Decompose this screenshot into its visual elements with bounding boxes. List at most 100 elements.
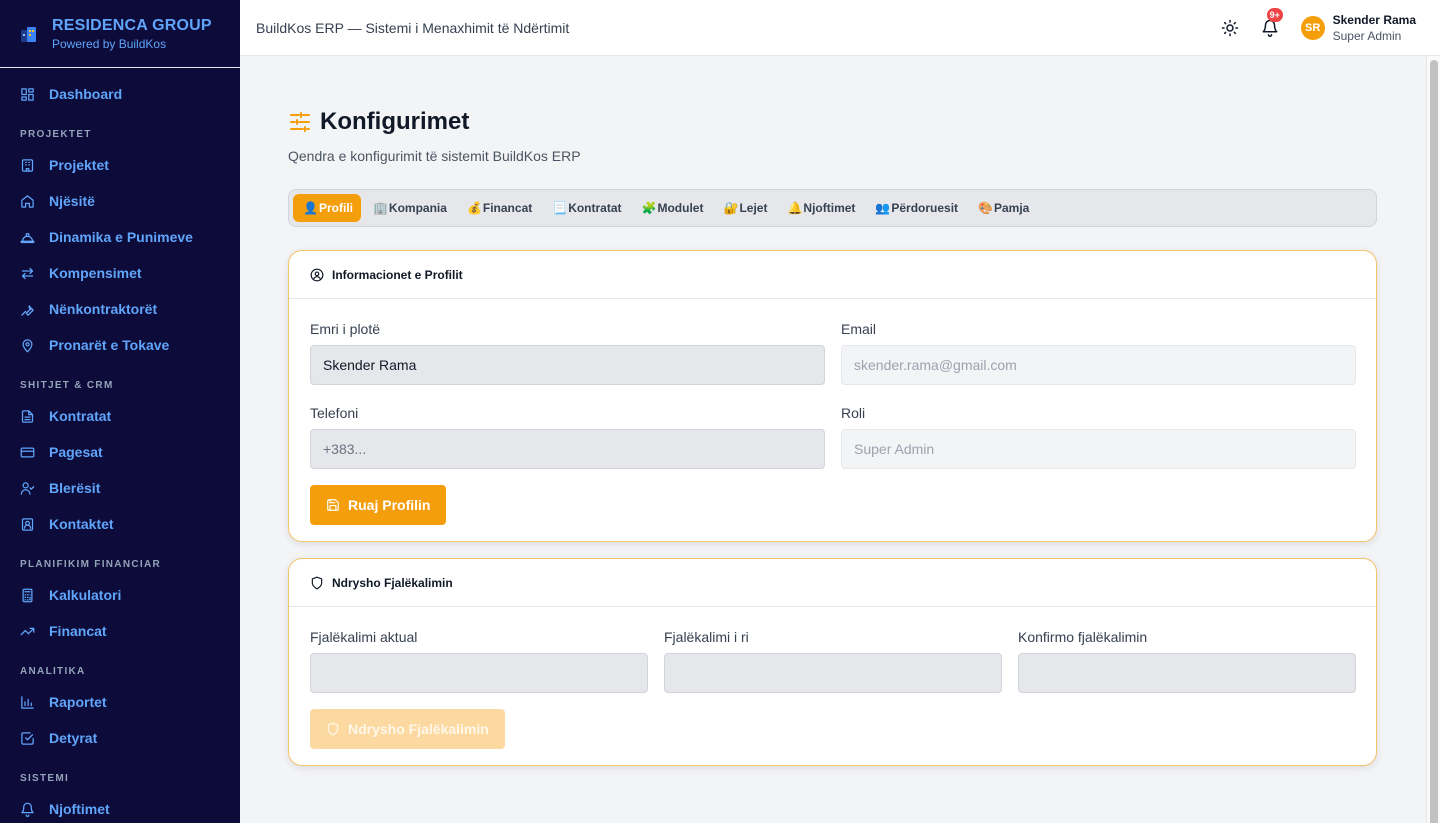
sidebar-item-detyrat[interactable]: Detyrat	[0, 720, 240, 756]
save-profile-button[interactable]: Ruaj Profilin	[310, 485, 447, 525]
sidebar-item-dinamika[interactable]: Dinamika e Punimeve	[0, 219, 240, 255]
new-password-field[interactable]	[664, 653, 1002, 693]
credit-card-icon	[20, 447, 35, 457]
page-title: Konfigurimet	[320, 108, 470, 135]
map-pin-icon	[22, 338, 33, 352]
shield-icon	[327, 722, 339, 736]
current-password-label: Fjalëkalimi aktual	[310, 629, 418, 645]
tab-label: Përdoruesit	[891, 201, 959, 215]
settings-tabs: 👤 Profili 🏢 Kompania 💰 Financat 📃 Kontratat …	[288, 189, 1377, 227]
user-role: Super Admin	[1332, 29, 1402, 43]
sidebar-item-label: Kontaktet	[49, 516, 114, 532]
users-icon: 👥	[875, 201, 891, 215]
tab-profili[interactable]: 👤 Profili	[293, 194, 361, 222]
current-password-field[interactable]	[310, 653, 648, 693]
building-icon	[21, 158, 34, 172]
role-field: Super Admin	[841, 429, 1356, 469]
button-label: Ruaj Profilin	[348, 497, 431, 513]
sidebar-item-label: Kalkulatori	[49, 587, 122, 603]
sidebar-item-kalkulatori[interactable]: Kalkulatori	[0, 577, 240, 613]
password-card: Ndrysho Fjalëkalimin Fjalëkalimi aktual …	[288, 558, 1377, 766]
card-title: Ndrysho Fjalëkalimin	[332, 575, 453, 590]
sidebar-section-title: PLANIFIKIM FINANCIAR	[20, 559, 161, 570]
puzzle-icon: 🧩	[641, 201, 657, 215]
tab-pamja[interactable]: 🎨 Pamja	[968, 194, 1037, 222]
user-menu[interactable]: SR Skender Rama Super Admin	[1300, 13, 1416, 43]
tab-lejet[interactable]: 🔐 Lejet	[713, 194, 775, 222]
tab-njoftimet[interactable]: 🔔 Njoftimet	[777, 194, 863, 222]
palette-icon: 🎨	[978, 201, 993, 215]
sidebar-item-label: Njoftimet	[49, 801, 110, 817]
tab-label: Njoftimet	[803, 201, 856, 215]
fullname-field[interactable]: Skender Rama	[310, 345, 825, 385]
user-icon: 👤	[303, 201, 318, 215]
brand[interactable]: RESIDENCA GROUP Powered by BuildKos	[0, 0, 240, 68]
sidebar-section-title: SISTEMI	[20, 773, 70, 784]
sidebar-item-label: Kompensimet	[49, 265, 142, 281]
money-bag-icon: 💰	[466, 201, 482, 215]
sun-icon	[1221, 19, 1238, 37]
tab-financat[interactable]: 💰 Financat	[457, 194, 540, 222]
bell-icon: 🔔	[787, 201, 803, 215]
check-square-icon	[21, 731, 34, 745]
sidebar: RESIDENCA GROUP Powered by BuildKos Dash…	[0, 0, 240, 823]
tab-label: Kompania	[388, 201, 447, 215]
sidebar-item-label: Kontratat	[49, 408, 112, 424]
sidebar-section-title: ANALITIKA	[20, 666, 86, 677]
sidebar-item-nenkontraktoret[interactable]: Nënkontraktorët	[0, 291, 240, 327]
sliders-icon	[290, 112, 310, 132]
phone-label: Telefoni	[310, 405, 359, 421]
layout-grid-icon	[21, 87, 34, 101]
document-icon: 📃	[552, 201, 568, 215]
card-title: Informacionet e Profilit	[332, 267, 463, 282]
sidebar-item-financat[interactable]: Financat	[0, 613, 240, 649]
sidebar-section-title: SHITJET & CRM	[20, 380, 114, 391]
notifications-button[interactable]: 9+	[1261, 8, 1283, 37]
sidebar-item-projektet[interactable]: Projektet	[0, 147, 240, 183]
confirm-password-label: Konfirmo fjalëkalimin	[1018, 629, 1148, 645]
tab-kompania[interactable]: 🏢 Kompania	[363, 194, 455, 222]
tab-label: Financat	[482, 201, 533, 215]
home-icon	[21, 194, 34, 208]
phone-field[interactable]: +383...	[310, 429, 825, 469]
scrollbar-thumb[interactable]	[1430, 60, 1438, 823]
sidebar-item-raportet[interactable]: Raportet	[0, 684, 240, 720]
page-scrollbar[interactable]	[1426, 56, 1440, 823]
tab-perdoruesit[interactable]: 👥 Përdoruesit	[865, 194, 966, 222]
save-icon	[327, 499, 339, 511]
sidebar-item-pagesat[interactable]: Pagesat	[0, 434, 240, 470]
contact-icon	[21, 517, 34, 531]
sidebar-item-label: Financat	[49, 623, 107, 639]
change-password-button[interactable]: Ndrysho Fjalëkalimin	[310, 709, 505, 749]
sidebar-item-dashboard[interactable]: Dashboard	[0, 76, 240, 112]
file-icon	[21, 409, 34, 423]
tab-label: Modulet	[657, 201, 704, 215]
role-label: Roli	[841, 405, 866, 421]
sidebar-item-njesite[interactable]: Njësitë	[0, 183, 240, 219]
user-circle-icon	[310, 268, 324, 281]
tab-modulet[interactable]: 🧩 Modulet	[632, 194, 712, 222]
fullname-label: Emri i plotë	[310, 321, 381, 337]
sidebar-item-kontratat[interactable]: Kontratat	[0, 398, 240, 434]
email-field: skender.rama@gmail.com	[841, 345, 1356, 385]
new-password-label: Fjalëkalimi i ri	[664, 629, 749, 645]
theme-toggle-button[interactable]	[1221, 19, 1239, 37]
sidebar-item-kompensimet[interactable]: Kompensimet	[0, 255, 240, 291]
trending-up-icon	[20, 627, 35, 635]
sidebar-item-kontaktet[interactable]: Kontaktet	[0, 506, 240, 542]
sidebar-item-label: Raportet	[49, 694, 107, 710]
sidebar-item-label: Projektet	[49, 157, 109, 173]
tab-label: Profili	[318, 201, 353, 215]
calculator-icon	[22, 588, 33, 602]
sidebar-item-pronaret[interactable]: Pronarët e Tokave	[0, 327, 240, 363]
main-content: Konfigurimet Qendra e konfigurimit të si…	[288, 56, 1377, 766]
page-subtitle: Qendra e konfigurimit të sistemit BuildK…	[288, 148, 581, 164]
lock-key-icon: 🔐	[723, 201, 739, 215]
tab-kontratat[interactable]: 📃 Kontratat	[542, 194, 629, 222]
avatar: SR	[1300, 16, 1325, 40]
confirm-password-field[interactable]	[1018, 653, 1356, 693]
sidebar-item-bleresit[interactable]: Blerësit	[0, 470, 240, 506]
profile-card: Informacionet e Profilit Emri i plotë Sk…	[288, 250, 1377, 542]
sidebar-item-njoftimet[interactable]: Njoftimet	[0, 791, 240, 823]
button-label: Ndrysho Fjalëkalimin	[348, 721, 489, 737]
